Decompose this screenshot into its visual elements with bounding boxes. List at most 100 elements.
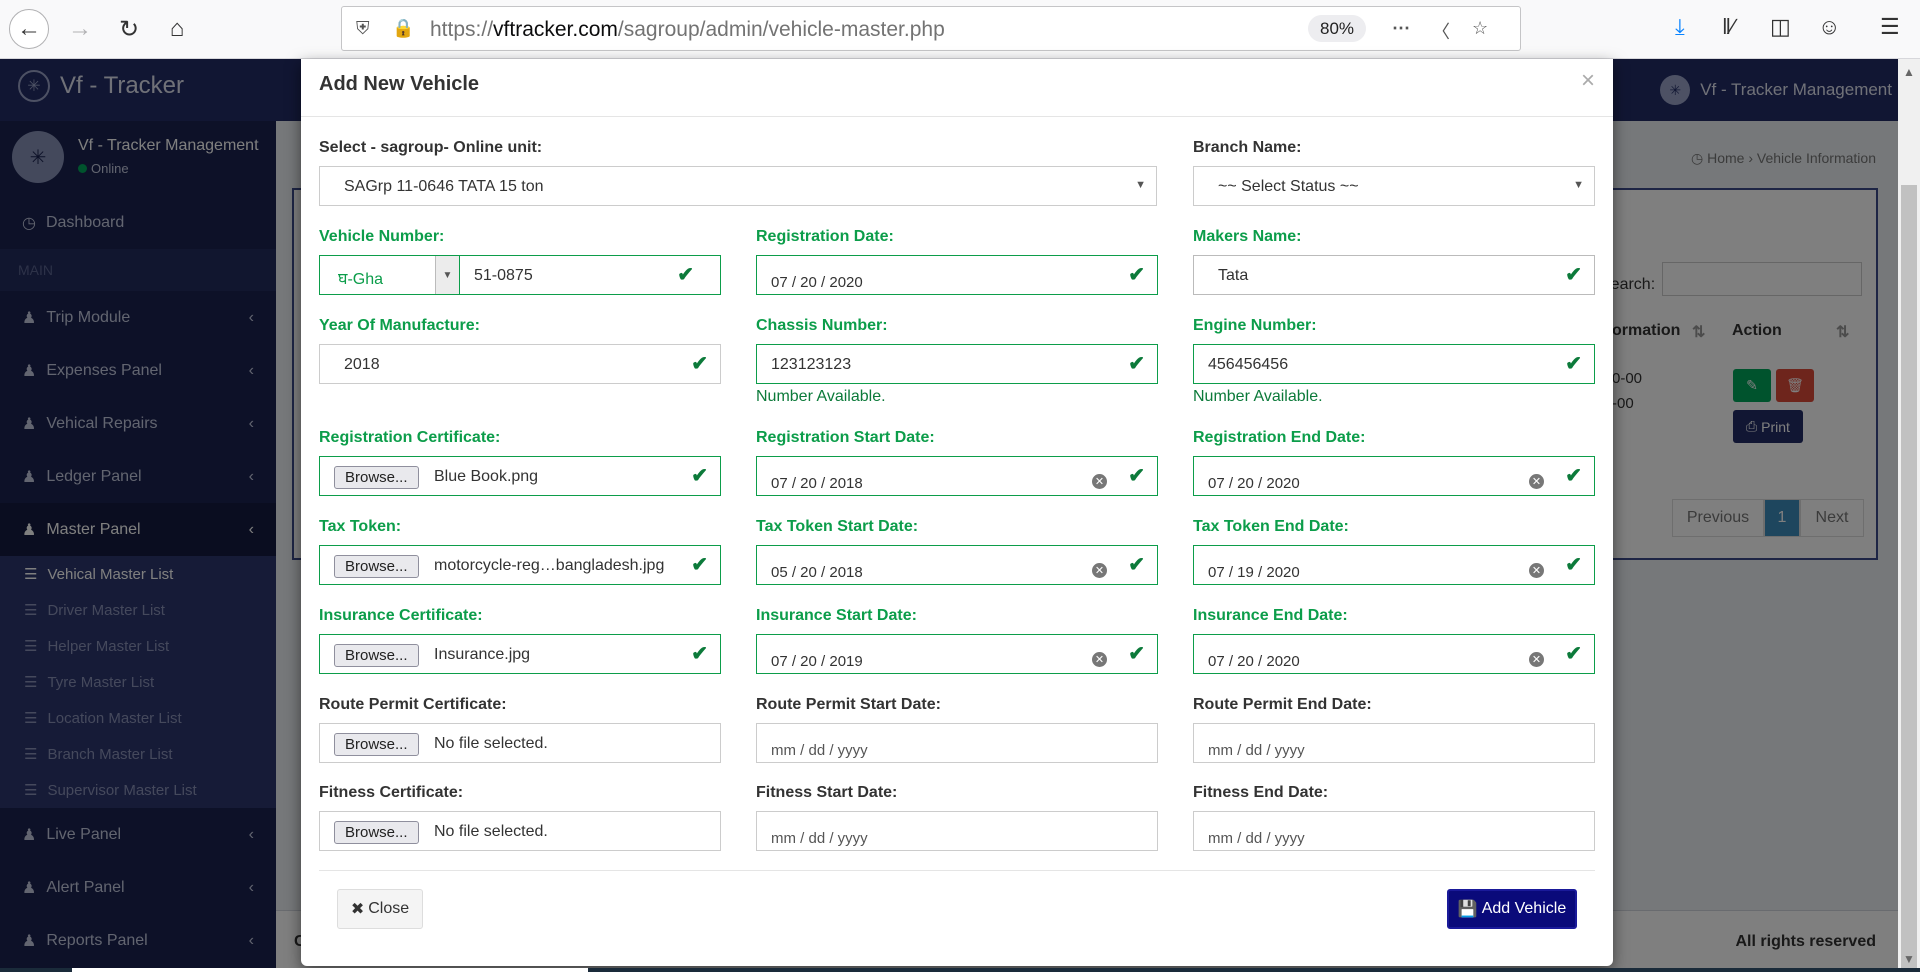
clear-icon[interactable]: ✕ xyxy=(1529,563,1544,578)
menu-icon[interactable]: ☰ xyxy=(1880,14,1900,40)
registration-date-input[interactable]: 07 / 20 / 2020 ✔ xyxy=(756,255,1158,295)
check-icon: ✔ xyxy=(1565,465,1582,487)
check-icon: ✔ xyxy=(691,353,708,375)
file-name: Blue Book.png xyxy=(434,468,539,485)
chassis-number-label: Chassis Number: xyxy=(756,317,888,334)
insurance-start-date-label: Insurance Start Date: xyxy=(756,607,917,624)
browse-button[interactable]: Browse... xyxy=(334,733,419,756)
check-icon: ✔ xyxy=(691,465,708,487)
shield-icon[interactable]: ⛨ xyxy=(356,18,370,39)
engine-help-text: Number Available. xyxy=(1193,388,1323,405)
fitness-end-date-label: Fitness End Date: xyxy=(1193,784,1329,801)
engine-number-input[interactable]: 456456456 ✔ xyxy=(1193,344,1595,384)
check-icon: ✔ xyxy=(677,264,694,286)
clear-icon[interactable]: ✕ xyxy=(1529,474,1544,489)
fitness-certificate-file: Browse... No file selected. xyxy=(319,811,721,851)
maker-label: Makers Name: xyxy=(1193,228,1302,245)
branch-select[interactable]: ~~ Select Status ~~ ▼ xyxy=(1193,166,1595,206)
home-icon[interactable]: ⌂ xyxy=(157,9,197,49)
modal-footer-divider xyxy=(319,870,1595,871)
modal-header: Add New Vehicle × xyxy=(301,59,1613,117)
scroll-down-icon[interactable]: ▼ xyxy=(1903,952,1915,966)
vehicle-number-input[interactable]: 51-0875 xyxy=(474,267,533,285)
vehicle-number-field: घ-Gha ▼ 51-0875 ✔ xyxy=(319,255,721,295)
registration-end-date-label: Registration End Date: xyxy=(1193,429,1366,446)
clear-icon[interactable]: ✕ xyxy=(1529,652,1544,667)
browse-button[interactable]: Browse... xyxy=(334,555,419,578)
registration-start-date-input[interactable]: 07 / 20 / 2018 ✕ ✔ xyxy=(756,456,1158,496)
reload-icon[interactable]: ↻ xyxy=(109,9,149,49)
unit-label: Select - sagroup- Online unit: xyxy=(319,139,543,156)
check-icon: ✔ xyxy=(1128,643,1145,665)
more-icon[interactable]: ⋯ xyxy=(1392,18,1410,39)
insurance-start-date-input[interactable]: 07 / 20 / 2019 ✕ ✔ xyxy=(756,634,1158,674)
route-permit-start-date-input[interactable]: mm / dd / yyyy xyxy=(756,723,1158,763)
check-icon: ✔ xyxy=(1128,465,1145,487)
unit-select[interactable]: SAGrp 11-0646 TATA 15 ton ▼ xyxy=(319,166,1157,206)
add-vehicle-modal: Add New Vehicle × Select - sagroup- Onli… xyxy=(301,59,1613,966)
chassis-number-input[interactable]: 123123123 ✔ xyxy=(756,344,1158,384)
scroll-up-icon[interactable]: ▲ xyxy=(1903,65,1915,79)
fitness-start-date-input[interactable]: mm / dd / yyyy xyxy=(756,811,1158,851)
clear-icon[interactable]: ✕ xyxy=(1092,652,1107,667)
engine-number-label: Engine Number: xyxy=(1193,317,1317,334)
tax-token-file: Browse... motorcycle-reg…bangladesh.jpg … xyxy=(319,545,721,585)
add-vehicle-button[interactable]: 💾 Add Vehicle xyxy=(1447,889,1577,929)
tax-token-start-date-label: Tax Token Start Date: xyxy=(756,518,919,535)
insurance-end-date-input[interactable]: 07 / 20 / 2020 ✕ ✔ xyxy=(1193,634,1595,674)
back-icon[interactable]: ← xyxy=(9,9,49,49)
check-icon: ✔ xyxy=(1565,353,1582,375)
clear-icon[interactable]: ✕ xyxy=(1092,563,1107,578)
chassis-help-text: Number Available. xyxy=(756,388,886,405)
sidebar-toggle-icon[interactable]: ◫ xyxy=(1770,14,1791,40)
close-button[interactable]: ✖ Close xyxy=(337,889,423,929)
year-of-manufacture-label: Year Of Manufacture: xyxy=(319,317,480,334)
route-permit-certificate-file: Browse... No file selected. xyxy=(319,723,721,763)
tax-token-start-date-input[interactable]: 05 / 20 / 2018 ✕ ✔ xyxy=(756,545,1158,585)
pocket-icon[interactable]: 〈 xyxy=(1432,18,1450,44)
route-permit-end-date-label: Route Permit End Date: xyxy=(1193,696,1372,713)
registration-certificate-label: Registration Certificate: xyxy=(319,429,501,446)
maker-input[interactable]: Tata ✔ xyxy=(1193,255,1595,295)
clear-icon[interactable]: ✕ xyxy=(1092,474,1107,489)
fitness-end-date-input[interactable]: mm / dd / yyyy xyxy=(1193,811,1595,851)
check-icon: ✔ xyxy=(1128,353,1145,375)
page-scrollbar[interactable]: ▲ ▼ xyxy=(1898,59,1920,972)
account-icon[interactable]: ☺ xyxy=(1818,14,1840,40)
close-icon: ✖ xyxy=(350,901,365,918)
chevron-down-icon: ▼ xyxy=(1135,179,1146,191)
vehicle-prefix-select[interactable]: घ-Gha ▼ xyxy=(320,256,460,294)
registration-end-date-input[interactable]: 07 / 20 / 2020 ✕ ✔ xyxy=(1193,456,1595,496)
insurance-certificate-file: Browse... Insurance.jpg ✔ xyxy=(319,634,721,674)
zoom-level[interactable]: 80% xyxy=(1308,15,1366,42)
bookmark-star-icon[interactable]: ☆ xyxy=(1472,18,1488,39)
scrollbar-thumb[interactable] xyxy=(1901,185,1917,972)
check-icon: ✔ xyxy=(1565,264,1582,286)
library-icon[interactable]: ‖∕ xyxy=(1722,14,1735,40)
browse-button[interactable]: Browse... xyxy=(334,821,419,844)
year-of-manufacture-input[interactable]: 2018 ✔ xyxy=(319,344,721,384)
tax-token-label: Tax Token: xyxy=(319,518,402,535)
file-name: No file selected. xyxy=(434,823,548,840)
forward-icon[interactable]: → xyxy=(60,9,100,49)
download-icon[interactable]: ⤓ xyxy=(1675,14,1685,40)
chevron-down-icon: ▼ xyxy=(1573,179,1584,191)
bottom-strip xyxy=(0,968,1920,972)
browser-toolbar: ← → ↻ ⌂ ⛨ 🔒 https://vftracker.com/sagrou… xyxy=(0,0,1920,59)
insurance-certificate-label: Insurance Certificate: xyxy=(319,607,483,624)
check-icon: ✔ xyxy=(691,554,708,576)
lock-icon[interactable]: 🔒 xyxy=(392,18,414,39)
insurance-end-date-label: Insurance End Date: xyxy=(1193,607,1348,624)
vehicle-number-label: Vehicle Number: xyxy=(319,228,445,245)
close-icon[interactable]: × xyxy=(1581,67,1595,95)
url-text[interactable]: https://vftracker.com/sagroup/admin/vehi… xyxy=(430,18,945,42)
address-bar[interactable]: ⛨ 🔒 https://vftracker.com/sagroup/admin/… xyxy=(341,6,1521,51)
check-icon: ✔ xyxy=(1128,554,1145,576)
browse-button[interactable]: Browse... xyxy=(334,466,419,489)
route-permit-certificate-label: Route Permit Certificate: xyxy=(319,696,507,713)
route-permit-end-date-input[interactable]: mm / dd / yyyy xyxy=(1193,723,1595,763)
tax-token-end-date-input[interactable]: 07 / 19 / 2020 ✕ ✔ xyxy=(1193,545,1595,585)
registration-certificate-file: Browse... Blue Book.png ✔ xyxy=(319,456,721,496)
browse-button[interactable]: Browse... xyxy=(334,644,419,667)
modal-title: Add New Vehicle xyxy=(319,73,480,95)
